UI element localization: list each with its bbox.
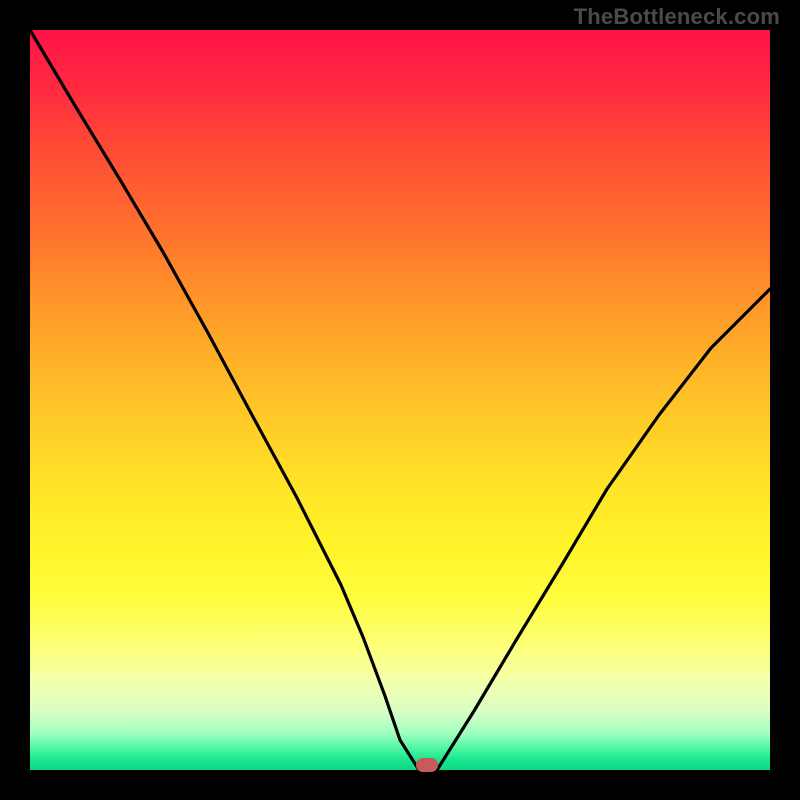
watermark-text: TheBottleneck.com [574, 4, 780, 30]
bottleneck-curve [30, 30, 770, 770]
optimum-marker [416, 758, 438, 772]
plot-area [30, 30, 770, 770]
chart-frame: TheBottleneck.com [0, 0, 800, 800]
chart-svg [30, 30, 770, 770]
